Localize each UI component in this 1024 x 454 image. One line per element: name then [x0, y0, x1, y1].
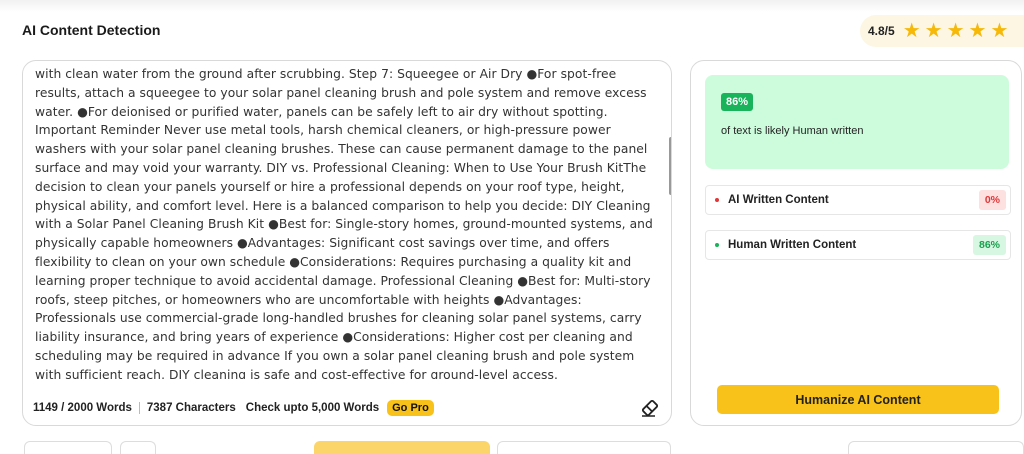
- ai-written-value: 0%: [978, 190, 1006, 210]
- results-panel: 86% of text is likely Human written AI W…: [690, 60, 1022, 426]
- ai-written-row: AI Written Content 0%: [705, 185, 1011, 215]
- human-percent-badge: 86%: [721, 93, 754, 111]
- character-count: 7387 Characters: [146, 402, 236, 414]
- editor-textarea[interactable]: with clean water from the ground after s…: [35, 65, 657, 379]
- bottom-button[interactable]: [848, 441, 1024, 454]
- human-written-value: 86%: [972, 235, 1006, 255]
- bottom-button[interactable]: [497, 441, 671, 454]
- go-pro-button[interactable]: Go Pro: [387, 400, 434, 416]
- eraser-icon[interactable]: [639, 397, 661, 419]
- text-editor[interactable]: with clean water from the ground after s…: [22, 60, 672, 426]
- top-divider: [0, 0, 1024, 12]
- rating-widget: 4.8/5 ★ ★ ★ ★ ★: [860, 15, 1024, 47]
- bottom-button[interactable]: [120, 441, 156, 454]
- editor-footer: 1149 / 2000 Words 7387 Characters Check …: [33, 397, 661, 419]
- rating-value: 4.8/5: [868, 24, 895, 38]
- ai-written-label: AI Written Content: [728, 194, 829, 206]
- star-icon: ★: [968, 20, 987, 42]
- bottom-button[interactable]: [314, 441, 490, 454]
- result-summary-text: of text is likely Human written: [721, 125, 864, 137]
- ai-detection-panel: AI Content Detection 4.8/5 ★ ★ ★ ★ ★ wit…: [0, 0, 1024, 454]
- word-count: 1149 / 2000 Words: [33, 402, 132, 414]
- bottom-button[interactable]: [24, 441, 112, 454]
- star-icon: ★: [946, 20, 965, 42]
- humanize-button[interactable]: Humanize AI Content: [717, 385, 999, 414]
- human-written-row: Human Written Content 86%: [705, 230, 1011, 260]
- result-summary: 86% of text is likely Human written: [705, 75, 1009, 169]
- word-limit-text: Check upto 5,000 Words: [245, 402, 380, 414]
- page-title: AI Content Detection: [22, 22, 161, 38]
- star-icon: ★: [902, 20, 921, 42]
- green-dot-icon: [715, 243, 719, 247]
- divider: [138, 402, 140, 414]
- editor-scrollbar[interactable]: [669, 137, 671, 195]
- red-dot-icon: [715, 198, 719, 202]
- human-written-label: Human Written Content: [728, 239, 857, 251]
- star-icon: ★: [924, 20, 943, 42]
- star-icon: ★: [990, 20, 1009, 42]
